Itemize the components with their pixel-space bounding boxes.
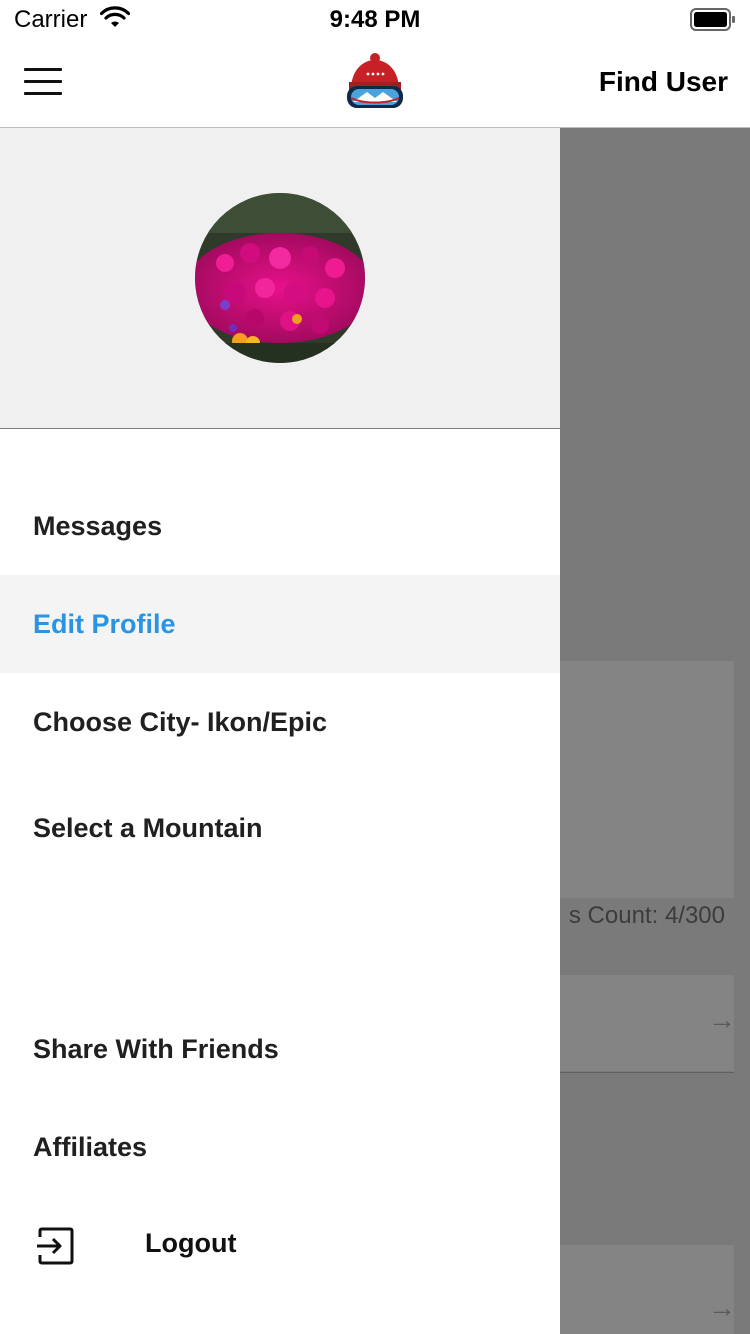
- arrow-right-icon: →: [708, 1004, 736, 1035]
- app-logo-icon: [343, 52, 407, 116]
- status-bar: Carrier 9:48 PM: [0, 0, 750, 40]
- battery-icon: [690, 8, 735, 31]
- menu-item-share[interactable]: Share With Friends: [0, 1000, 560, 1098]
- find-user-button[interactable]: Find User: [599, 66, 728, 98]
- background-screen-overlay[interactable]: s Count: 4/300 → →: [560, 128, 750, 1334]
- profile-avatar[interactable]: [195, 193, 365, 363]
- menu-item-select-mountain[interactable]: Select a Mountain: [0, 779, 560, 877]
- clock: 9:48 PM: [329, 6, 421, 33]
- background-card: [560, 661, 734, 898]
- drawer-header: [0, 128, 560, 429]
- logout-button[interactable]: Logout: [145, 1228, 236, 1259]
- arrow-right-icon: →: [708, 1292, 736, 1323]
- menu-item-edit-profile[interactable]: Edit Profile: [0, 575, 560, 673]
- menu-item-choose-city[interactable]: Choose City- Ikon/Epic: [0, 673, 560, 771]
- side-drawer: Messages Edit Profile Choose City- Ikon/…: [0, 128, 560, 1334]
- menu-item-messages[interactable]: Messages: [0, 477, 560, 575]
- background-count-text: s Count: 4/300: [568, 902, 725, 929]
- menu-item-affiliates[interactable]: Affiliates: [0, 1098, 560, 1196]
- logout-icon[interactable]: [36, 1226, 76, 1266]
- top-navbar: Find User: [0, 40, 750, 128]
- divider: [560, 1072, 734, 1073]
- hamburger-menu-icon[interactable]: [24, 68, 62, 96]
